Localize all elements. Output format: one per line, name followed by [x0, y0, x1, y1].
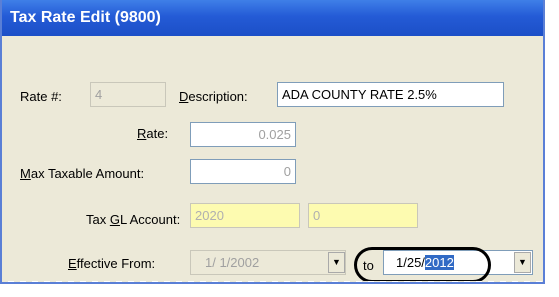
effective-from-dropdown-button[interactable]: ▼ [328, 252, 345, 273]
rate-label: Rate: [137, 126, 169, 141]
tax-gl-subaccount-field[interactable]: 0 [308, 203, 418, 228]
chevron-down-icon: ▼ [332, 257, 341, 267]
description-field[interactable]: ADA COUNTY RATE 2.5% [277, 82, 504, 107]
chevron-down-icon: ▼ [518, 257, 527, 267]
description-label: Description: [179, 89, 248, 104]
torn-edge [2, 281, 543, 282]
effective-to-dropdown-button[interactable]: ▼ [514, 252, 531, 273]
rate-number-field[interactable]: 4 [90, 82, 166, 107]
tax-gl-account-field[interactable]: 2020 [190, 203, 300, 228]
max-taxable-amount-field[interactable]: 0 [190, 159, 296, 184]
window-title: Tax Rate Edit (9800) [2, 0, 543, 36]
rate-number-label: Rate #: [20, 89, 62, 104]
rate-field[interactable]: 0.025 [190, 122, 296, 147]
tax-rate-edit-window: Tax Rate Edit (9800) Rate #: 4 Descripti… [0, 0, 545, 284]
effective-from-label: Effective From: [68, 256, 156, 271]
highlight-oval [354, 247, 491, 282]
tax-gl-account-label: Tax GL Account: [86, 212, 181, 227]
effective-from-field[interactable]: 1/ 1/2002 [190, 250, 346, 275]
max-taxable-amount-label: Max Taxable Amount: [20, 166, 145, 181]
